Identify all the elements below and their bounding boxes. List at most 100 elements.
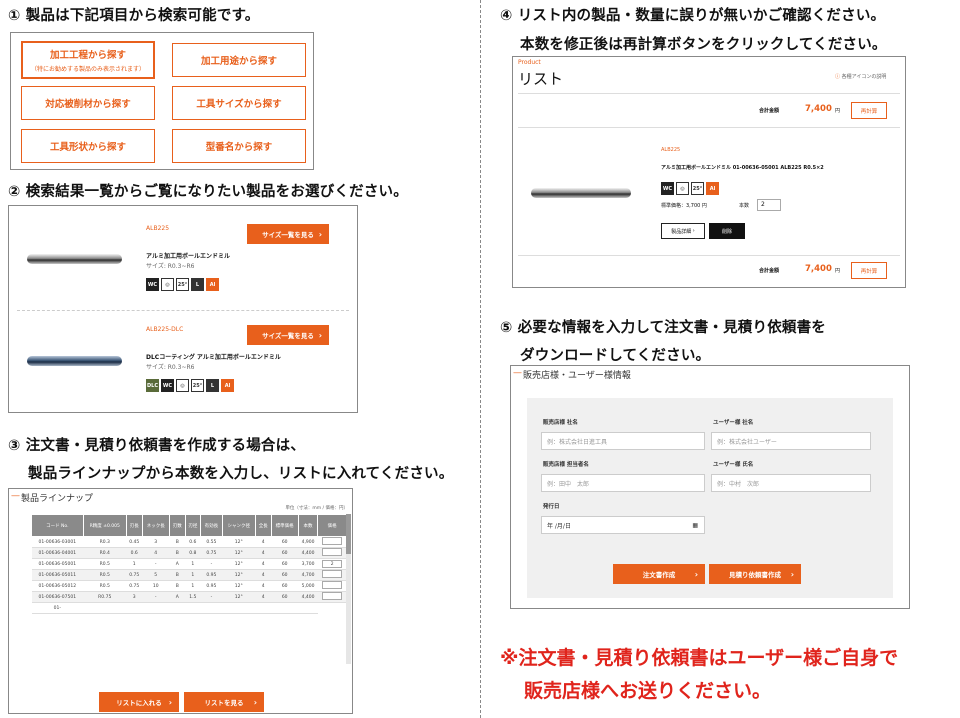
table-cell: 01-00636-07501 [31, 591, 84, 603]
table-cell: 5 [142, 569, 170, 581]
table-cell [83, 602, 127, 614]
list-panel: Product リスト ⓘ 各種アイコンの説明 合計金額 7,400 円 再計算… [512, 56, 906, 288]
dealer-contact-input[interactable]: 例：田中 太郎 [541, 474, 705, 492]
chevron-right-icon: › [253, 697, 257, 707]
table-cell: 1 [126, 558, 143, 570]
table-cell: 12° [222, 536, 256, 548]
table-cell: 12° [222, 580, 256, 592]
quantity-input[interactable] [322, 537, 343, 545]
feature-icons: WC ◎ 25° Al [661, 182, 719, 195]
quantity-input[interactable] [322, 570, 343, 578]
length-ratio-icon: L [206, 379, 219, 392]
standard-price: 標準価格：3,700 円 [661, 203, 707, 209]
helix-angle-icon: 25° [191, 379, 204, 392]
table-cell: 4 [255, 591, 271, 603]
recalculate-button[interactable]: 再計算 [851, 262, 887, 279]
view-list-button[interactable]: リストを見る › [184, 692, 264, 712]
feature-icons: DLC WC ◎ 25° L Al [146, 379, 234, 392]
calendar-icon[interactable]: ▦ [692, 522, 698, 529]
yen-unit: 円 [835, 268, 841, 274]
table-cell: B [169, 569, 186, 581]
search-by-material-button[interactable]: 対応被削材から探す [21, 86, 155, 120]
column-divider [480, 0, 481, 718]
step5-title-line1: ⑤ 必要な情報を入力して注文書・見積り依頼書を [500, 320, 826, 336]
product-detail-button[interactable]: 製品詳細 › [661, 223, 705, 239]
column-header: 価格 [317, 514, 347, 537]
table-cell: 0.75 [200, 547, 223, 559]
result-item[interactable]: ALB225-DLC DLCコーティング アルミ加工用ボールエンドミル サイズ:… [9, 311, 357, 411]
chevron-right-icon: › [694, 569, 698, 579]
create-order-button[interactable]: 注文書作成 › [613, 564, 705, 584]
add-to-list-button[interactable]: リストに入れる › [99, 692, 179, 712]
step5-title-line2: ダウンロードしてください。 [520, 348, 711, 364]
quantity-input[interactable] [322, 548, 343, 556]
lineup-panel-title: 製品ラインナップ [21, 494, 94, 504]
product-code: ALB225 [146, 225, 170, 232]
product-lineup-panel: — 製品ラインナップ 単位（寸法：mm / 価格：円） コード No. R精度 ±… [8, 488, 353, 714]
table-cell: 0.75 [126, 569, 143, 581]
size-list-button[interactable]: サイズ一覧を見る › [247, 224, 329, 244]
table-cell: 0.95 [200, 569, 223, 581]
table-cell: 4,400 [298, 591, 318, 603]
helix-angle-icon: 25° [691, 182, 704, 195]
table-cell: 0.75 [126, 580, 143, 592]
carbide-icon: WC [146, 278, 159, 291]
dealer-company-input[interactable]: 例：株式会社日進工具 [541, 432, 705, 450]
tool-image [531, 188, 631, 198]
issue-date-input[interactable]: 年 /月/日 ▦ [541, 516, 705, 534]
table-cell: 01-00636-05012 [31, 580, 84, 592]
table-cell: B [169, 547, 186, 559]
table-cell: 4,400 [298, 547, 318, 559]
search-by-application-button[interactable]: 加工用途から探す [172, 43, 306, 77]
search-by-tool-shape-button[interactable]: 工具形状から探す [21, 129, 155, 163]
product-name: DLCコーティング アルミ加工用ボールエンドミル [146, 354, 281, 361]
table-cell: 60 [271, 580, 299, 592]
column-header: コード No. [31, 514, 84, 537]
table-cell [271, 602, 299, 614]
quantity-input[interactable]: 2 [757, 199, 781, 211]
size-list-button[interactable]: サイズ一覧を見る › [247, 325, 329, 345]
total-value: 7,400 [805, 264, 832, 274]
table-cell: 4 [255, 569, 271, 581]
quantity-input[interactable] [322, 581, 343, 589]
quantity-input[interactable]: 2 [322, 560, 343, 568]
step2-title: ② 検索結果一覧からご覧になりたい製品をお選びください。 [8, 184, 408, 200]
table-cell: 1.5 [185, 591, 201, 603]
table-row: 01-00636-05001 R0.5 1- A 1-12° 4 60 3,700 2 [31, 558, 347, 570]
table-cell: 60 [271, 547, 299, 559]
user-name-input[interactable]: 例：中村 次郎 [711, 474, 871, 492]
column-header: 有効長 [200, 514, 223, 537]
table-cell: 0.55 [200, 536, 223, 548]
search-results-panel: ALB225 アルミ加工用ボールエンドミル サイズ: R0.3~R6 WC ◎ … [8, 205, 358, 413]
search-by-process-button[interactable]: 加工工程から探す （特にお勧めする製品のみ表示されます） [21, 41, 155, 79]
search-by-tool-size-button[interactable]: 工具サイズから探す [172, 86, 306, 120]
table-cell: R0.4 [83, 547, 127, 559]
coating-icon: ◎ [676, 182, 689, 195]
qty-label: 本数 [739, 203, 750, 209]
chevron-right-icon: › [790, 569, 794, 579]
table-cell: 01-00636-05011 [31, 569, 84, 581]
table-cell: 1 [185, 580, 201, 592]
quantity-input[interactable] [322, 592, 343, 600]
result-item[interactable]: ALB225 アルミ加工用ボールエンドミル サイズ: R0.3~R6 WC ◎ … [9, 206, 357, 310]
table-cell: 01-00636-05001 [31, 558, 84, 570]
table-scrollbar[interactable] [346, 514, 351, 664]
feature-icons: WC ◎ 25° L Al [146, 278, 219, 291]
list-title: リスト [518, 70, 564, 88]
search-options-panel: 加工工程から探す （特にお勧めする製品のみ表示されます） 加工用途から探す 対応… [10, 32, 314, 170]
product-code: ALB225-DLC [146, 326, 184, 333]
coating-icon: ◎ [161, 278, 174, 291]
icon-help-link[interactable]: ⓘ 各種アイコンの説明 [835, 73, 886, 80]
search-by-model-name-button[interactable]: 型番名から探す [172, 129, 306, 163]
recalculate-button[interactable]: 再計算 [851, 102, 887, 119]
table-cell: 01- [31, 602, 84, 614]
total-label: 合計金額 [759, 268, 780, 274]
scrollbar-thumb[interactable] [346, 514, 351, 554]
table-cell: 2 [317, 558, 347, 570]
delete-button[interactable]: 削除 [709, 223, 745, 239]
table-cell [317, 547, 347, 559]
table-cell: 12° [222, 547, 256, 559]
user-company-input[interactable]: 例：株式会社ユーザー [711, 432, 871, 450]
create-quote-button[interactable]: 見積り依頼書作成 › [709, 564, 801, 584]
table-cell: 0.45 [126, 536, 143, 548]
